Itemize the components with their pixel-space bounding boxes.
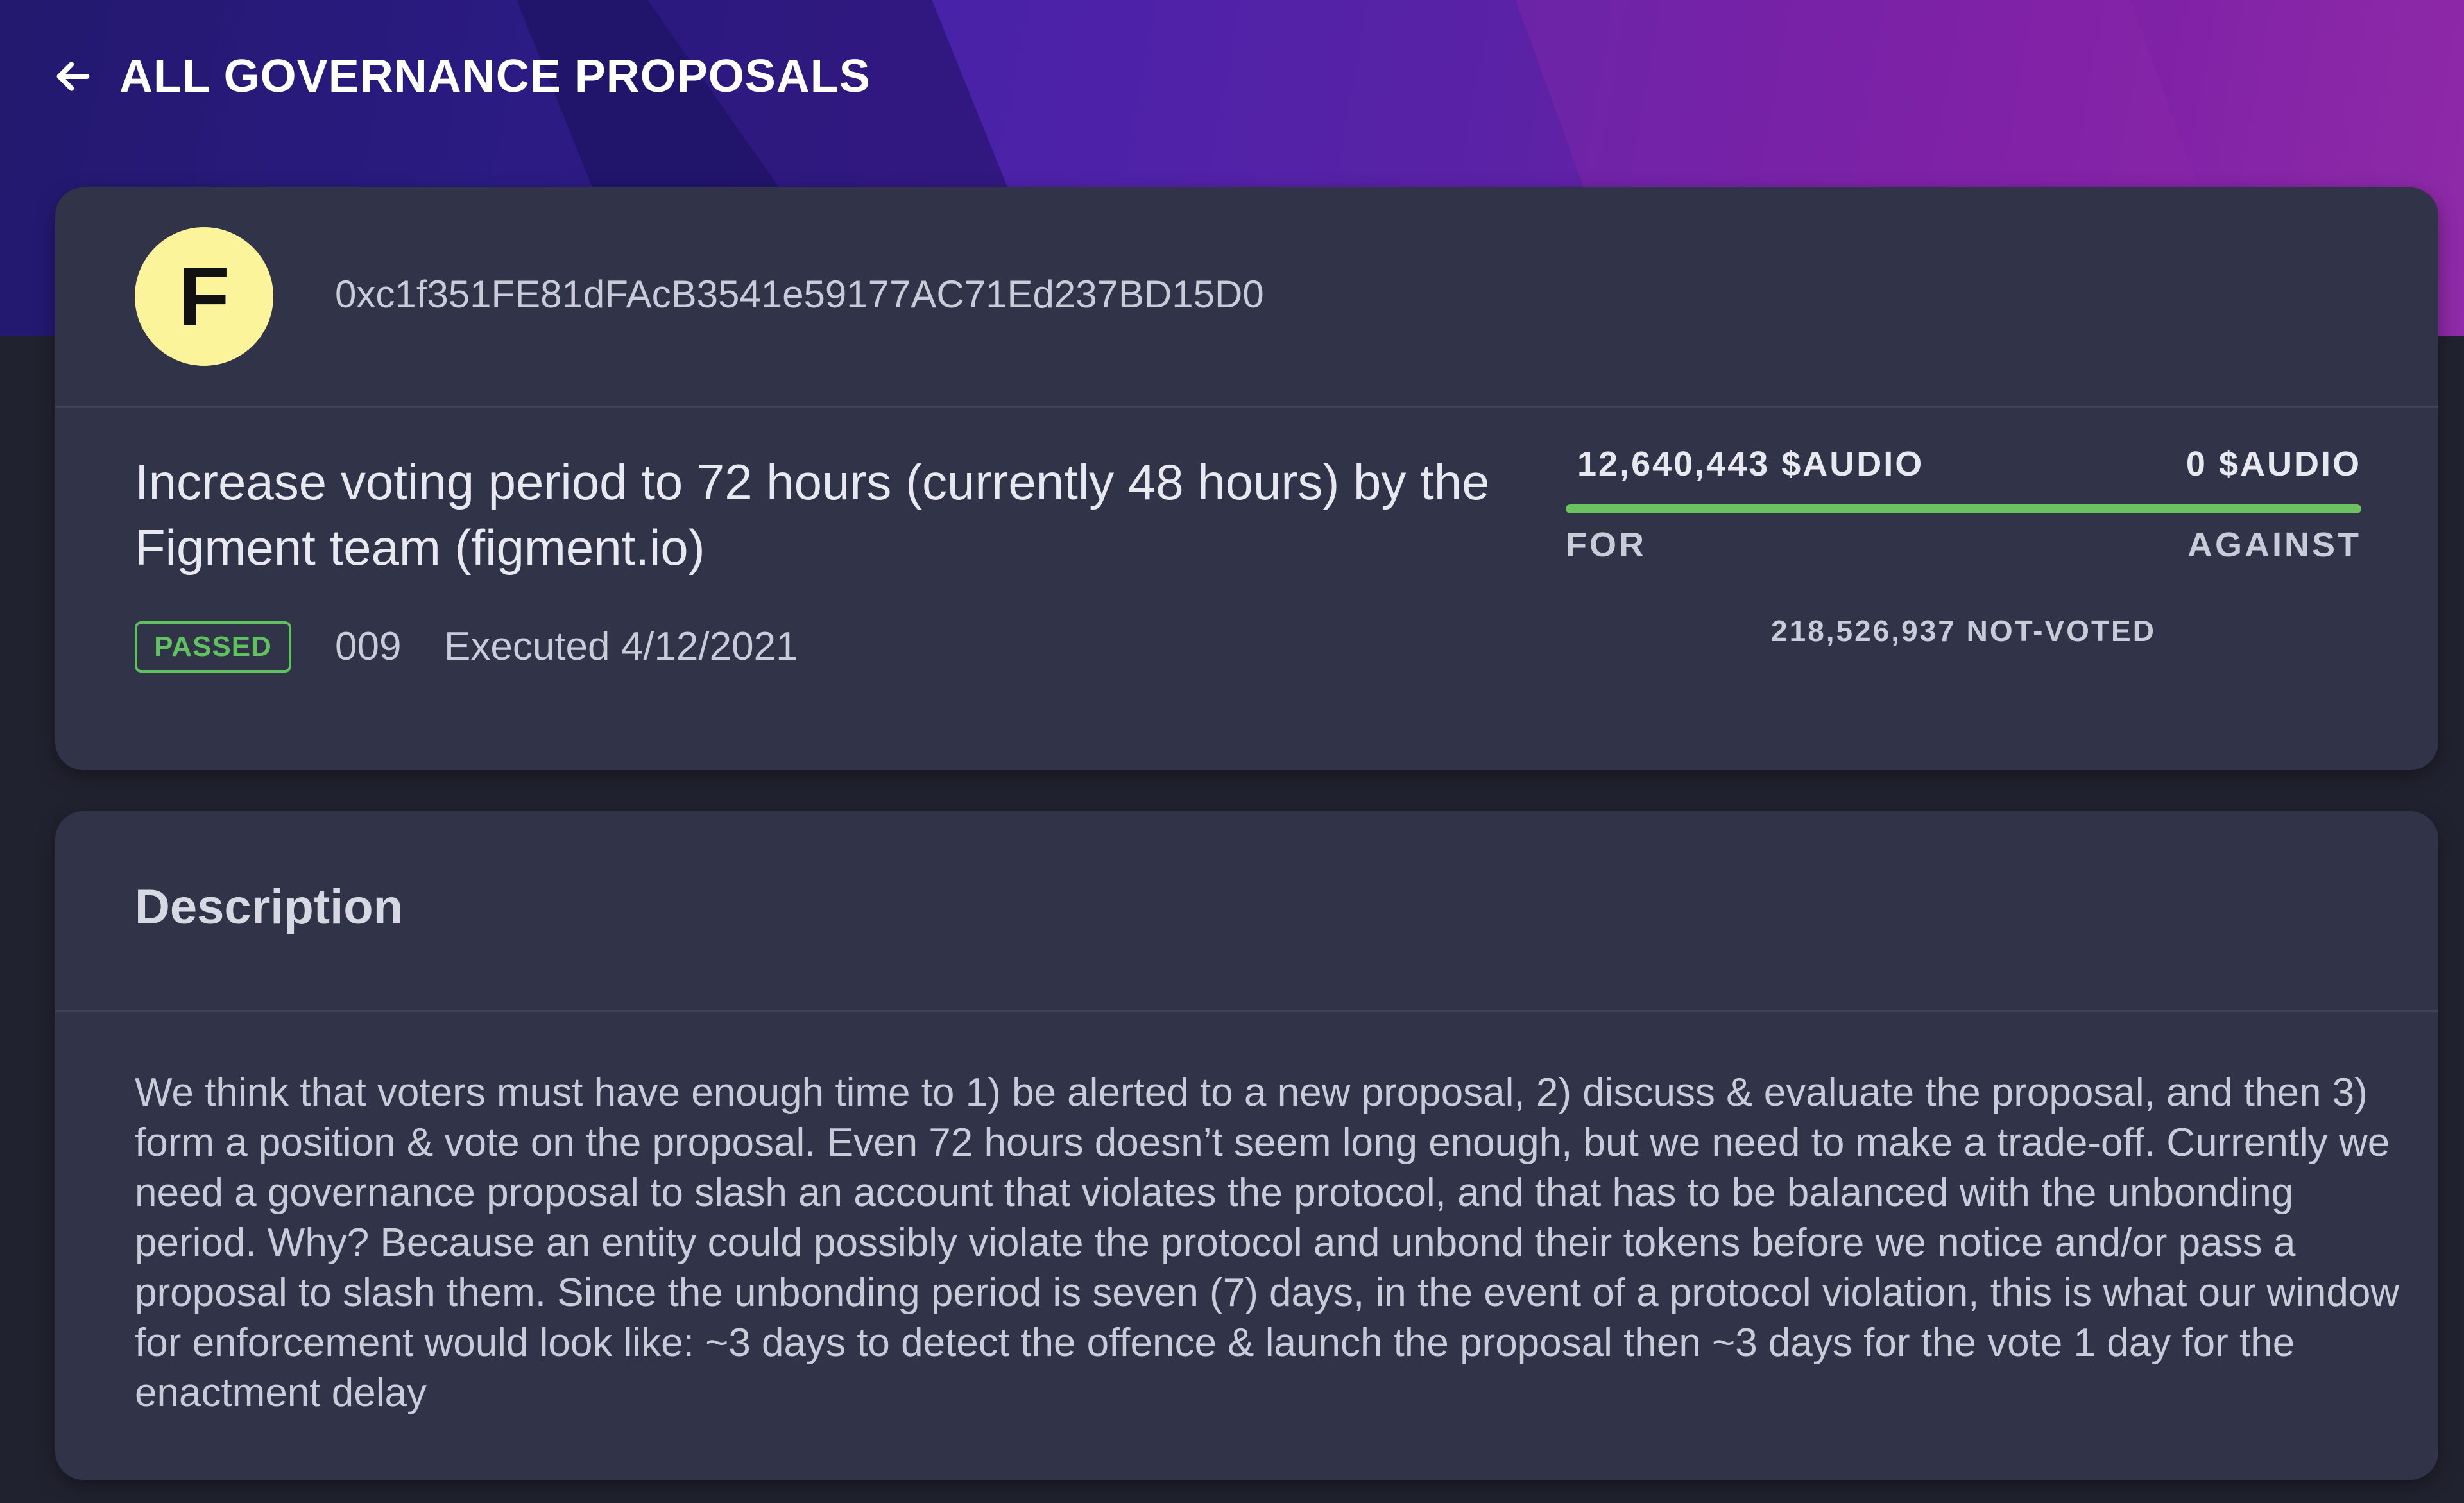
back-to-proposals-link[interactable]: ALL GOVERNANCE PROPOSALS [53, 50, 871, 103]
proposer-address[interactable]: 0xc1f351FE81dFAcB3541e59177AC71Ed237BD15… [335, 272, 1264, 316]
proposal-card: F 0xc1f351FE81dFAcB3541e59177AC71Ed237BD… [55, 187, 2438, 770]
back-link-label: ALL GOVERNANCE PROPOSALS [119, 51, 871, 102]
not-voted-count: 218,526,937 NOT-VOTED [1771, 614, 2156, 648]
arrow-left-icon [56, 62, 90, 91]
proposal-title: Increase voting period to 72 hours (curr… [135, 454, 1490, 576]
vote-progress-fill [1566, 504, 2361, 513]
vote-progress-bar [1566, 504, 2361, 513]
proposer-avatar[interactable]: F [135, 227, 273, 366]
card-divider [55, 1010, 2438, 1012]
card-divider [55, 406, 2438, 408]
status-badge: PASSED [135, 621, 291, 673]
avatar-letter: F [178, 250, 230, 343]
against-votes-amount: 0 $AUDIO [2186, 445, 2361, 483]
description-heading: Description [135, 880, 404, 934]
description-body: We think that voters must have enough ti… [135, 1070, 2400, 1415]
for-label: FOR [1566, 526, 1647, 564]
for-votes-amount: 12,640,443 $AUDIO [1577, 445, 1924, 483]
description-card: Description We think that voters must ha… [55, 811, 2438, 1480]
proposal-number: 009 [335, 624, 402, 669]
against-label: AGAINST [2187, 526, 2361, 564]
executed-date: Executed 4/12/2021 [444, 624, 798, 669]
